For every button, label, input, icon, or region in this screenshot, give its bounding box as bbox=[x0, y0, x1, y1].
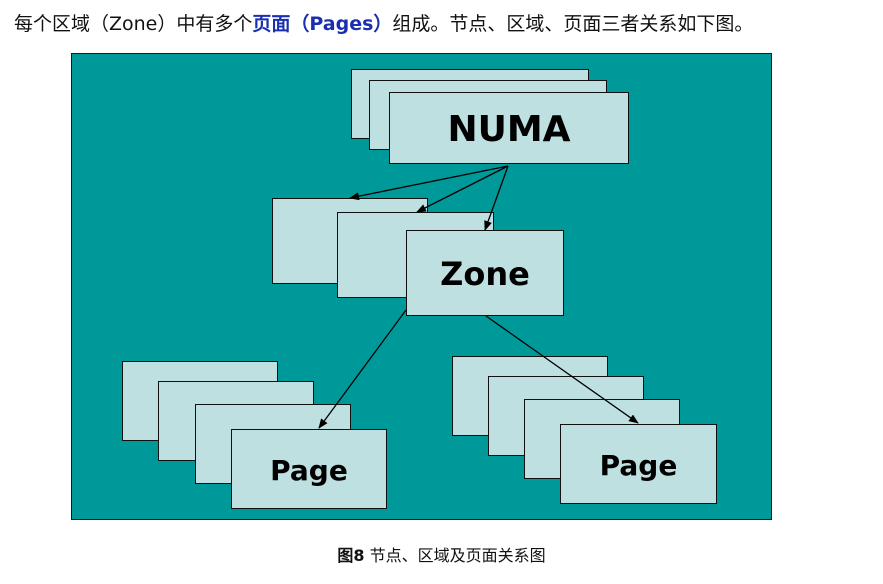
figure-number: 图8 bbox=[337, 546, 365, 565]
arrow-zone-to-page-left bbox=[318, 309, 407, 429]
arrow-numa-to-zone-back bbox=[349, 165, 509, 201]
figure-caption: 图8 节点、区域及页面关系图 bbox=[0, 544, 883, 568]
intro-highlight-pages: 页面（Pages） bbox=[252, 13, 393, 35]
figure-caption-text: 节点、区域及页面关系图 bbox=[369, 546, 546, 565]
intro-text-part1: 每个区域（Zone）中有多个 bbox=[14, 13, 253, 35]
intro-paragraph: 每个区域（Zone）中有多个页面（Pages）组成。节点、区域、页面三者关系如下… bbox=[14, 10, 880, 38]
numa-zone-page-diagram: NUMA Zone Page Page bbox=[71, 53, 772, 520]
arrows-layer bbox=[318, 165, 639, 429]
intro-text-part2: 组成。节点、区域、页面三者关系如下图。 bbox=[392, 13, 754, 35]
arrow-zone-to-page-right bbox=[485, 315, 639, 424]
